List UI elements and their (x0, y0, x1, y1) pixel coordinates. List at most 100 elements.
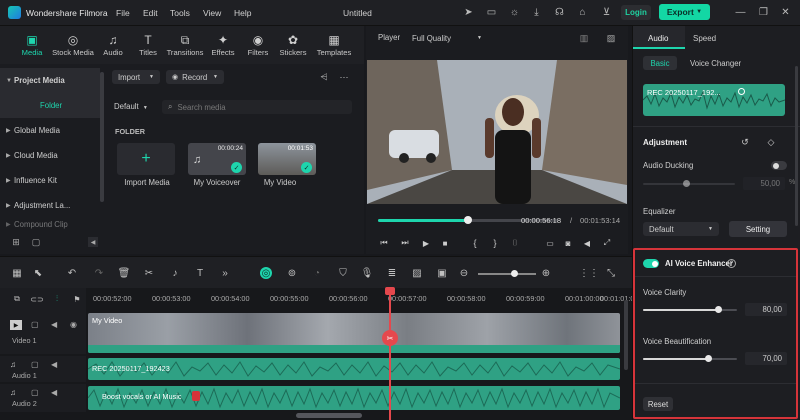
close-icon[interactable]: ✕ (779, 6, 792, 19)
mute-icon[interactable]: ◀ (51, 320, 57, 329)
zoom-in-icon[interactable]: ⊕ (540, 267, 552, 279)
scissors-icon[interactable]: ✂ (382, 330, 398, 346)
tab-titles[interactable]: T Titles (127, 30, 169, 64)
sidebar-item-compound-clip[interactable]: ▶ Compound Clip (0, 218, 100, 230)
redo-icon[interactable]: ↷ (93, 267, 105, 279)
ai-effect-icon[interactable]: ⊚ (286, 267, 298, 279)
reset-adjustment-icon[interactable]: ↺ (739, 136, 751, 148)
display-icon[interactable]: ▭ (545, 238, 555, 248)
sidebar-item-project-media[interactable]: ▼ Project Media (0, 68, 100, 93)
scrubber-handle[interactable] (464, 216, 472, 224)
zoom-slider-handle[interactable] (511, 270, 518, 277)
export-button[interactable]: Export ▼ (659, 4, 710, 20)
audio-clip-2[interactable]: Boost vocals or AI Music (88, 386, 620, 410)
audio-ducking-handle[interactable] (683, 180, 690, 187)
ai-voice-toggle[interactable] (643, 259, 659, 268)
stop-icon[interactable]: ■ (440, 238, 450, 248)
ai-tool-icon[interactable]: ◎ (260, 267, 272, 279)
collapse-icon[interactable]: ⤡ (605, 267, 617, 279)
equalizer-setting-button[interactable]: Setting (729, 221, 787, 237)
voice-beautification-slider[interactable] (643, 358, 737, 360)
link-icon[interactable]: ⊂⊃ (30, 294, 43, 304)
import-media-button[interactable]: + (117, 143, 175, 175)
keyframe-icon[interactable]: ◇ (765, 136, 777, 148)
microphone-icon[interactable]: 🎙 (361, 267, 374, 279)
panel-scrollbar[interactable] (795, 66, 798, 226)
sidebar-item-adjustment-layer[interactable]: ▶ Adjustment La... (0, 193, 100, 218)
sidebar-item-cloud-media[interactable]: ▶ Cloud Media (0, 143, 100, 168)
menu-file[interactable]: File (116, 8, 130, 18)
video-clip[interactable]: My Video (88, 313, 620, 353)
filter-icon[interactable]: ⩤ (318, 71, 330, 83)
audio-edit-icon[interactable]: ♪ (169, 267, 181, 279)
fullscreen-icon[interactable]: ⤢ (602, 238, 612, 248)
tab-transitions[interactable]: ⧉ Transitions (164, 30, 206, 64)
support-icon[interactable]: ☊ (553, 6, 566, 19)
voiceover-thumbnail[interactable]: 00:00:24 ♫ ✓ (188, 143, 246, 175)
select-tool-icon[interactable]: ⬉ (32, 267, 44, 279)
subtab-basic[interactable]: Basic (643, 56, 677, 70)
minimize-icon[interactable]: — (734, 6, 747, 19)
zoom-out-icon[interactable]: ⊖ (458, 267, 470, 279)
tab-stock-media[interactable]: ◎ Stock Media (52, 30, 94, 64)
cart-icon[interactable]: ⊻ (600, 6, 613, 19)
video-preview[interactable] (367, 60, 627, 204)
quality-dropdown[interactable]: Full Quality ▼ (412, 31, 482, 45)
info-icon[interactable]: ? (727, 259, 736, 268)
search-input[interactable]: ⌕ Search media (162, 100, 352, 114)
mark-out-icon[interactable]: } (490, 238, 500, 248)
tab-stickers[interactable]: ✿ Stickers (272, 30, 314, 64)
collapse-sidebar-icon[interactable]: ◀ (88, 237, 98, 247)
mute-icon[interactable]: ◀ (51, 360, 57, 369)
image-icon[interactable]: ▨ (411, 267, 423, 279)
tab-templates[interactable]: ▦ Templates (311, 30, 357, 64)
audio-clip-1[interactable]: REC 20250117_192423 (88, 358, 620, 380)
folder-icon[interactable]: ▢ (30, 236, 42, 248)
marker-icon[interactable]: ⚑ (71, 294, 83, 304)
layout-icon[interactable]: ▭ (485, 6, 498, 19)
more-options-icon[interactable]: ⋯ (338, 71, 350, 83)
more-tools-icon[interactable]: » (219, 267, 231, 279)
volume-icon[interactable]: ◀ (582, 238, 592, 248)
menu-view[interactable]: View (203, 8, 221, 18)
import-dropdown[interactable]: Import ▼ (112, 70, 160, 84)
sidebar-item-folder[interactable]: Folder (0, 93, 100, 118)
voiceover-list-icon[interactable]: ≣ (386, 267, 398, 279)
clip-preview[interactable]: REC 20250117_192... (643, 84, 785, 116)
audio-ducking-value[interactable]: 50,00 (743, 177, 785, 190)
sidebar-item-influence-kit[interactable]: ▶ Influence Kit (0, 168, 100, 193)
voice-clarity-value[interactable]: 80,00 (745, 303, 787, 316)
zoom-slider[interactable] (478, 273, 536, 275)
timeline-scrollbar[interactable] (296, 413, 362, 418)
voice-beautification-value[interactable]: 70,00 (745, 352, 787, 365)
speed-icon[interactable]: ◔ (311, 267, 323, 279)
tab-speed[interactable]: Speed (693, 34, 716, 43)
sidebar-item-global-media[interactable]: ▶ Global Media (0, 118, 100, 143)
snapshot-image-icon[interactable]: ▨ (604, 32, 618, 44)
scissors-icon[interactable]: ✂ (143, 267, 155, 279)
gift-icon[interactable]: ⌂ (576, 6, 589, 19)
eye-icon[interactable]: ◉ (70, 320, 77, 329)
subtab-voice-changer[interactable]: Voice Changer (690, 59, 741, 68)
split-view-icon[interactable]: ▥ (577, 32, 591, 44)
next-frame-icon[interactable]: ⏭ (400, 238, 410, 248)
snap-icon[interactable]: ⫶ (51, 294, 63, 304)
mark-in-icon[interactable]: { (470, 238, 480, 248)
shield-icon[interactable]: ⛉ (337, 267, 349, 279)
delete-icon[interactable]: 🗑 (118, 267, 131, 279)
playhead-handle[interactable] (385, 287, 395, 295)
voice-clarity-slider[interactable] (643, 309, 737, 311)
camera-icon[interactable]: ◙ (563, 238, 573, 248)
add-track-icon[interactable]: ⧉ (11, 294, 23, 304)
menu-help[interactable]: Help (234, 8, 251, 18)
maximize-icon[interactable]: ❐ (757, 6, 770, 19)
insert-icon[interactable]: ⌷ (510, 238, 520, 248)
folder-lock-icon[interactable]: ▢ (31, 360, 39, 369)
equalizer-dropdown[interactable]: Default ▼ (643, 222, 719, 236)
text-tool-icon[interactable]: T (194, 267, 206, 279)
grid-view-icon[interactable]: ⋮⋮ (579, 267, 599, 279)
sun-icon[interactable]: ☼ (508, 6, 521, 19)
folder-lock-icon[interactable]: ▢ (31, 388, 39, 397)
my-video-thumbnail[interactable]: 00:01:53 ✓ (258, 143, 316, 175)
download-icon[interactable]: ⤓ (530, 6, 543, 19)
